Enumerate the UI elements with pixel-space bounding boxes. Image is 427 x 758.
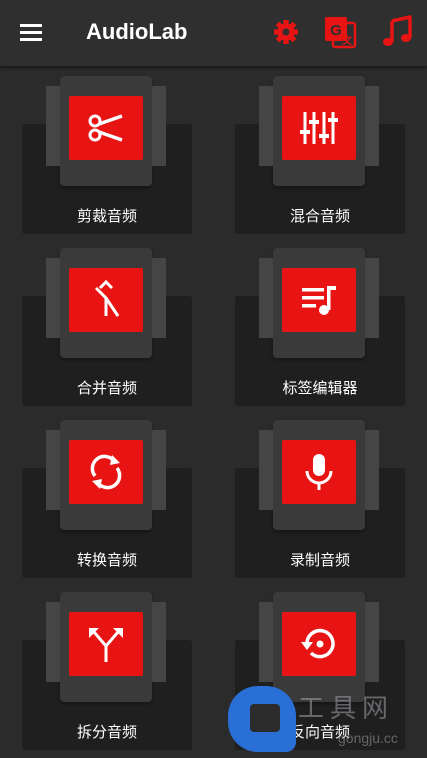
tool-label: 标签编辑器: [282, 380, 358, 397]
watermark-g-icon: [228, 686, 296, 752]
watermark-logo: 工具网 gongju.cc: [228, 686, 427, 758]
music-note-icon[interactable]: [380, 14, 416, 50]
refresh-cycle-icon[interactable]: [69, 440, 143, 504]
tool-label: 录制音频: [289, 552, 350, 569]
svg-text:G: G: [330, 22, 342, 39]
scissors-icon[interactable]: [69, 96, 143, 160]
tool-label: 转换音频: [76, 552, 137, 569]
reverse-restore-icon[interactable]: [282, 612, 356, 676]
tool-label: 拆分音频: [76, 724, 137, 741]
split-arrows-icon[interactable]: [69, 612, 143, 676]
watermark-text: 工具网: [298, 693, 395, 723]
app-bar: AudioLab G 文: [0, 0, 427, 66]
translate-icon[interactable]: G 文: [322, 14, 358, 50]
tool-label: 剪裁音频: [76, 208, 137, 225]
svg-text:文: 文: [342, 34, 353, 47]
microphone-icon[interactable]: [282, 440, 356, 504]
watermark-subtext: gongju.cc: [338, 730, 398, 746]
settings-gear-icon[interactable]: [268, 14, 304, 50]
tool-label: 混合音频: [289, 208, 350, 225]
menu-icon[interactable]: [18, 20, 48, 46]
tool-label: 合并音频: [76, 380, 137, 397]
app-title: AudioLab: [86, 19, 188, 44]
merge-arrows-icon[interactable]: [69, 268, 143, 332]
playlist-music-icon[interactable]: [282, 268, 356, 332]
equalizer-sliders-icon[interactable]: [282, 96, 356, 160]
